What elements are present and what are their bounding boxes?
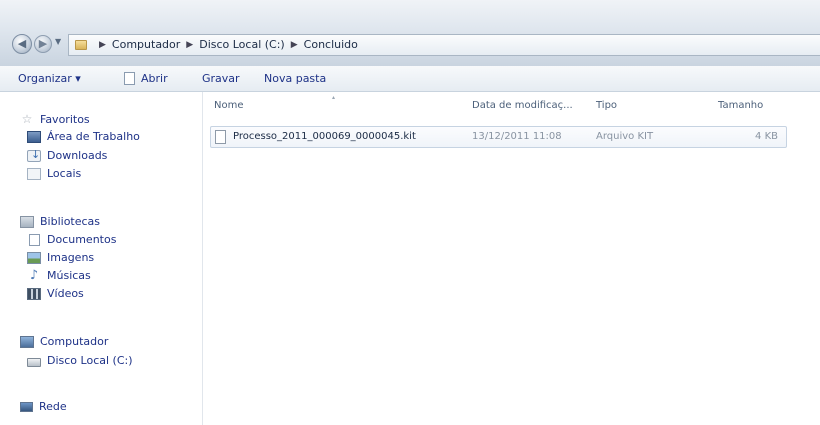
arrow-left-icon: ◀: [17, 37, 27, 50]
chevron-right-icon[interactable]: ▶: [99, 40, 106, 50]
recent-pages-dropdown[interactable]: ▼: [55, 37, 61, 46]
breadcrumb-concluido[interactable]: Concluido: [304, 38, 358, 51]
column-header-type[interactable]: Tipo: [596, 100, 617, 111]
network-icon: [20, 401, 33, 412]
downloads-icon: [27, 148, 41, 162]
library-icon: [20, 215, 34, 228]
forward-button[interactable]: ▶: [34, 35, 52, 53]
nav-libraries[interactable]: Bibliotecas: [20, 215, 100, 228]
star-icon: ☆: [21, 112, 33, 126]
nav-item-desktop[interactable]: Área de Trabalho: [27, 130, 140, 143]
nav-item-label: Vídeos: [47, 287, 84, 300]
table-row[interactable]: Processo_2011_000069_0000045.kit 13/12/2…: [210, 126, 787, 148]
nav-item-label: Disco Local (C:): [47, 354, 133, 367]
breadcrumb[interactable]: ▶ Computador ▶ Disco Local (C:) ▶ Conclu…: [68, 34, 820, 56]
nav-item-places[interactable]: Locais: [27, 167, 81, 180]
file-icon: [215, 130, 226, 144]
file-type: Arquivo KIT: [596, 131, 654, 142]
file-date: 13/12/2011 11:08: [472, 131, 562, 142]
address-bar: ◀ ▶ ▼ ▶ Computador ▶ Disco Local (C:) ▶ …: [0, 0, 820, 66]
column-header-date[interactable]: Data de modificaç...: [472, 100, 573, 111]
new-folder-button[interactable]: Nova pasta: [264, 72, 326, 85]
nav-favorites[interactable]: ☆ Favoritos: [20, 112, 90, 126]
nav-item-label: Músicas: [47, 269, 91, 282]
nav-item-label: Documentos: [47, 233, 117, 246]
column-header-name[interactable]: Nome: [214, 100, 244, 111]
nav-network[interactable]: Rede: [20, 400, 67, 413]
nav-item-music[interactable]: ♪ Músicas: [27, 267, 91, 283]
command-bar: Organizar ▾ Abrir Gravar Nova pasta: [0, 66, 820, 92]
chevron-right-icon[interactable]: ▶: [186, 40, 193, 50]
file-list: Nome ▴ Data de modificaç... Tipo Tamanho…: [204, 92, 820, 425]
navigation-pane: ☆ Favoritos Área de Trabalho Downloads L…: [0, 92, 203, 425]
nav-item-label: Imagens: [47, 251, 95, 264]
breadcrumb-computer[interactable]: Computador: [112, 38, 180, 51]
drive-icon: [27, 357, 41, 367]
organize-button[interactable]: Organizar ▾: [18, 72, 81, 85]
nav-item-downloads[interactable]: Downloads: [27, 148, 108, 162]
arrow-right-icon: ▶: [38, 37, 48, 50]
file-size: 4 KB: [755, 131, 778, 142]
nav-item-label: Área de Trabalho: [47, 130, 140, 143]
nav-item-videos[interactable]: Vídeos: [27, 287, 84, 300]
image-icon: [27, 251, 41, 264]
document-icon: [124, 72, 135, 85]
breadcrumb-local-disk[interactable]: Disco Local (C:): [199, 38, 285, 51]
nav-item-documents[interactable]: Documentos: [27, 233, 116, 246]
back-button[interactable]: ◀: [12, 34, 32, 54]
nav-item-label: Downloads: [47, 149, 108, 162]
chevron-right-icon[interactable]: ▶: [291, 40, 298, 50]
open-button[interactable]: Abrir: [124, 72, 168, 85]
nav-network-label: Rede: [39, 400, 67, 413]
nav-item-images[interactable]: Imagens: [27, 251, 94, 264]
recent-places-icon: [27, 167, 41, 180]
chevron-down-icon: ▼: [55, 37, 62, 46]
nav-item-local-disk[interactable]: Disco Local (C:): [27, 354, 133, 367]
open-button-label: Abrir: [141, 72, 168, 85]
nav-item-label: Locais: [47, 167, 82, 180]
document-icon: [29, 233, 40, 246]
nav-computer-label: Computador: [40, 335, 109, 348]
column-header-size[interactable]: Tamanho: [718, 100, 763, 111]
folder-icon: [75, 39, 87, 50]
video-icon: [27, 287, 41, 300]
computer-icon: [20, 335, 34, 348]
nav-libraries-label: Bibliotecas: [40, 215, 101, 228]
file-name: Processo_2011_000069_0000045.kit: [233, 131, 416, 142]
burn-button[interactable]: Gravar: [202, 72, 240, 85]
nav-favorites-label: Favoritos: [40, 112, 90, 126]
nav-computer[interactable]: Computador: [20, 335, 108, 348]
sort-caret-icon: ▴: [332, 94, 336, 101]
desktop-icon: [27, 130, 41, 143]
music-icon: ♪: [29, 267, 39, 283]
